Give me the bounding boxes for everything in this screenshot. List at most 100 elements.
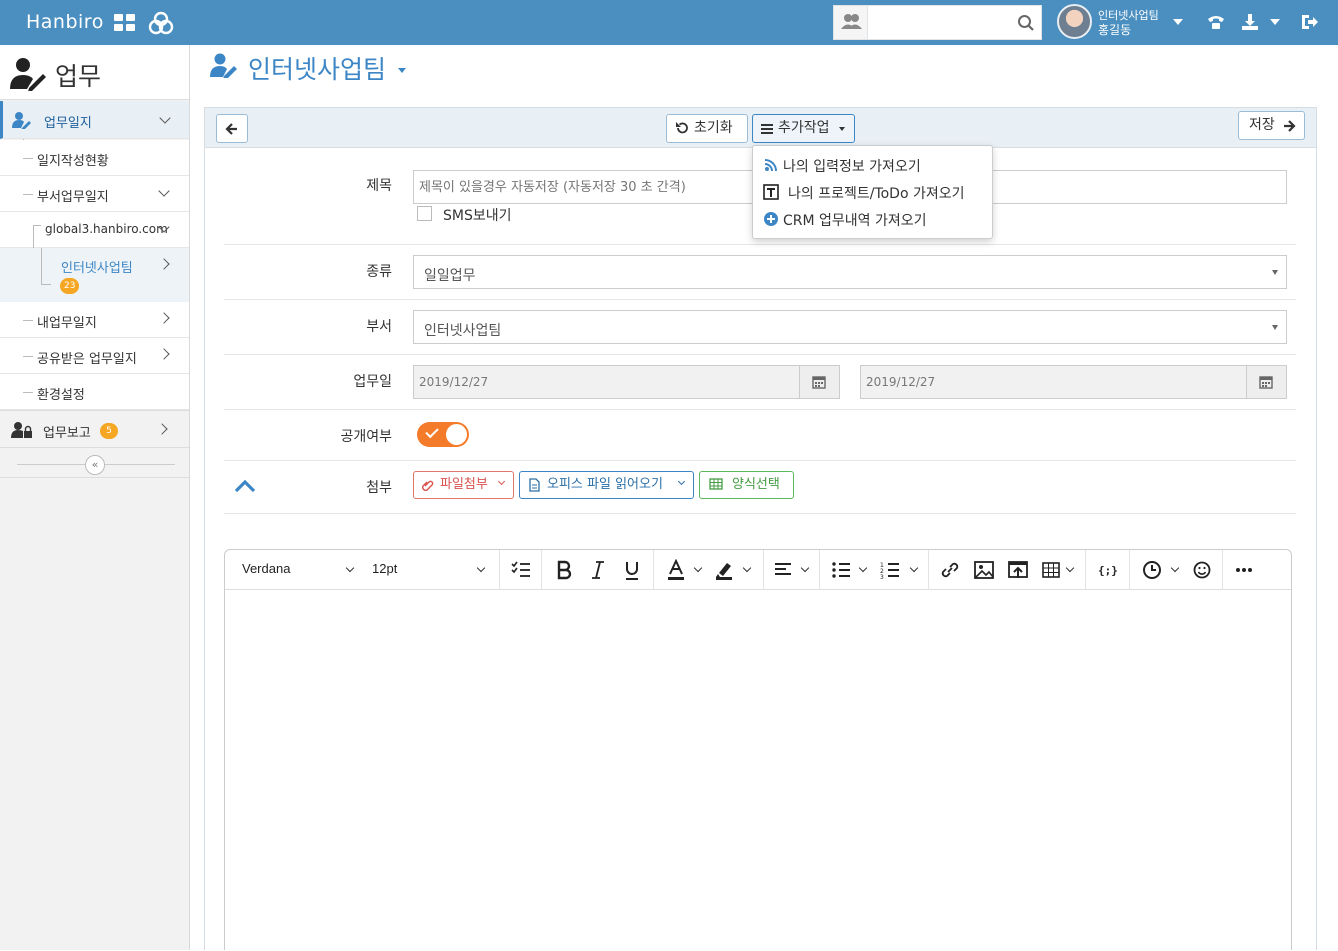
numbered-list-icon[interactable]: 123 xyxy=(879,559,901,581)
separator xyxy=(1222,550,1223,590)
date-label: 업무일 xyxy=(353,374,392,390)
sidebar-item-diary-status[interactable]: 일지작성현황 xyxy=(0,140,189,176)
apps-grid-icon[interactable] xyxy=(114,14,136,32)
avatar[interactable] xyxy=(1057,4,1092,39)
chevron-down-icon[interactable] xyxy=(1170,563,1180,573)
collapse-sidebar-button[interactable]: « xyxy=(85,455,105,475)
chevron-down-icon xyxy=(159,112,171,124)
menu-item-my-input[interactable]: 나의 입력정보 가져오기 xyxy=(763,154,985,176)
table-icon[interactable] xyxy=(1041,559,1063,581)
save-button[interactable]: 저장 xyxy=(1238,111,1305,140)
sidebar-item-internet-team[interactable]: 인터넷사업팀 23 xyxy=(0,248,189,303)
image-icon[interactable] xyxy=(973,559,995,581)
save-label: 저장 xyxy=(1249,117,1275,133)
sidebar-item-dept-diary[interactable]: 부서업무일지 xyxy=(0,176,189,212)
logout-icon[interactable] xyxy=(1300,13,1320,31)
chevron-down-icon[interactable] xyxy=(693,563,703,573)
title-label: 제목 xyxy=(366,178,392,194)
text-color-icon[interactable] xyxy=(665,559,687,581)
calendar-icon xyxy=(1259,376,1273,389)
link-icon[interactable] xyxy=(939,559,961,581)
sidebar-item-label: 업무보고 xyxy=(43,426,91,441)
code-icon[interactable]: {;} xyxy=(1097,559,1119,581)
sidebar-item-shared-diary[interactable]: 공유받은 업무일지 xyxy=(0,338,189,374)
sidebar-item-my-diary[interactable]: 내업무일지 xyxy=(0,302,189,338)
public-toggle[interactable] xyxy=(417,422,469,447)
attach-file-button[interactable]: 파일첨부 xyxy=(413,471,514,499)
search-input[interactable] xyxy=(870,8,1015,37)
more-horizontal-icon[interactable] xyxy=(1233,559,1255,581)
chevron-down-icon[interactable] xyxy=(800,563,810,573)
people-search-icon[interactable] xyxy=(834,6,868,39)
download-icon[interactable] xyxy=(1240,13,1260,31)
user-menu-caret-icon[interactable] xyxy=(1173,19,1183,25)
bold-icon[interactable] xyxy=(553,559,575,581)
chevron-down-icon[interactable] xyxy=(158,185,170,197)
font-family-select[interactable]: Verdana xyxy=(242,561,352,583)
caret-down-icon xyxy=(677,477,686,486)
sidebar-item-global3[interactable]: global3.hanbiro.com xyxy=(0,212,189,345)
back-button[interactable] xyxy=(216,114,248,143)
chevron-right-icon xyxy=(158,312,170,324)
dept-label: 부서 xyxy=(366,319,392,335)
sidebar-item-settings[interactable]: 환경설정 xyxy=(0,374,189,410)
user-name[interactable]: 홍길동 xyxy=(1098,21,1131,38)
download-caret-icon[interactable] xyxy=(1270,19,1280,25)
template-select-label: 양식선택 xyxy=(732,477,780,492)
type-select[interactable]: 일일업무 xyxy=(413,255,1287,289)
sms-label[interactable]: SMS보내기 xyxy=(443,205,512,225)
tree-branch xyxy=(41,284,51,285)
phone-icon[interactable] xyxy=(1206,13,1226,31)
user-lock-icon xyxy=(11,422,32,438)
chevron-down-icon[interactable] xyxy=(1065,563,1075,573)
hanbiro-logo-icon[interactable] xyxy=(148,11,174,35)
rss-icon xyxy=(764,159,777,172)
chevron-right-icon xyxy=(156,423,168,435)
italic-icon[interactable] xyxy=(587,559,609,581)
public-label: 공개여부 xyxy=(340,429,392,445)
calendar-button[interactable] xyxy=(1246,365,1287,399)
brand-name[interactable]: Hanbiro xyxy=(26,11,104,33)
divider xyxy=(0,477,189,478)
bullet-list-icon[interactable] xyxy=(830,559,852,581)
calendar-button[interactable] xyxy=(799,365,840,399)
end-date-field[interactable]: 2019/12/27 xyxy=(860,365,1287,399)
sidebar-item-label: 인터넷사업팀 xyxy=(61,261,133,276)
dept-select[interactable]: 인터넷사업팀 xyxy=(413,310,1287,344)
collapse-up-icon[interactable] xyxy=(234,479,256,493)
checklist-icon[interactable] xyxy=(510,559,532,581)
template-select-button[interactable]: 양식선택 xyxy=(699,471,794,499)
search-icon[interactable] xyxy=(1017,14,1035,32)
align-left-icon[interactable] xyxy=(773,559,795,581)
title-caret-icon[interactable] xyxy=(398,68,406,73)
office-file-button[interactable]: 오피스 파일 읽어오기 xyxy=(519,471,694,499)
sidebar-item-work-report[interactable]: 업무보고 5 xyxy=(0,410,189,448)
highlight-icon[interactable] xyxy=(713,559,735,581)
upload-icon[interactable] xyxy=(1007,559,1029,581)
divider xyxy=(224,354,1296,355)
menu-item-my-project[interactable]: 나의 프로젝트/ToDo 가져오기 xyxy=(763,181,985,203)
clock-icon[interactable] xyxy=(1141,559,1163,581)
sms-checkbox[interactable] xyxy=(417,206,432,221)
separator xyxy=(1129,550,1130,590)
table-icon xyxy=(709,478,723,490)
sidebar-item-work-diary[interactable]: 업무일지 xyxy=(0,101,189,139)
chevron-down-icon[interactable] xyxy=(858,563,868,573)
menu-item-crm[interactable]: CRM 업무내역 가져오기 xyxy=(763,208,985,230)
type-value: 일일업무 xyxy=(424,268,476,284)
chevron-down-icon[interactable] xyxy=(742,563,752,573)
page-title[interactable]: 인터넷사업팀 xyxy=(248,50,386,86)
count-badge: 5 xyxy=(100,423,118,439)
underline-icon[interactable] xyxy=(621,559,643,581)
sidebar-item-label: 부서업무일지 xyxy=(37,190,109,205)
font-size-select[interactable]: 12pt xyxy=(372,561,482,583)
more-actions-button[interactable]: 추가작업 xyxy=(752,114,855,143)
emoji-icon[interactable] xyxy=(1191,559,1213,581)
start-date-field[interactable]: 2019/12/27 xyxy=(413,365,840,399)
editor-content-area[interactable] xyxy=(225,591,1291,951)
chevron-down-icon[interactable] xyxy=(909,563,919,573)
menu-item-label: 나의 프로젝트/ToDo 가져오기 xyxy=(788,186,965,202)
attach-label: 첨부 xyxy=(366,480,392,496)
sidebar-item-label: 환경설정 xyxy=(37,388,85,403)
reset-button[interactable]: 초기화 xyxy=(666,114,748,143)
